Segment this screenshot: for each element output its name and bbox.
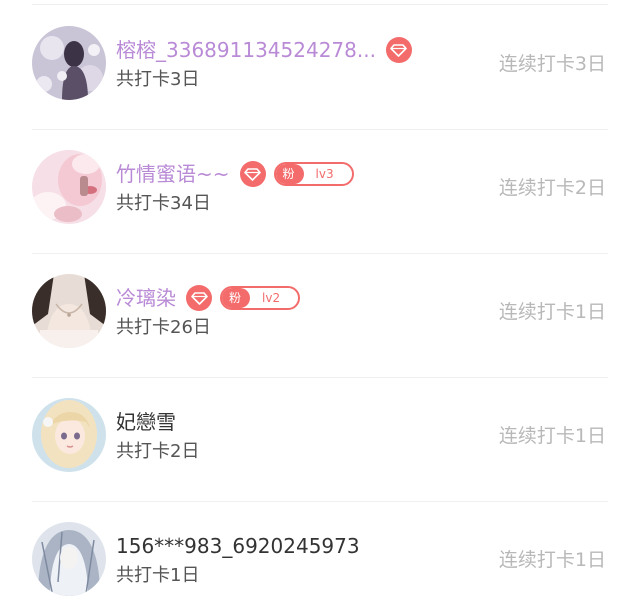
diamond-icon bbox=[385, 37, 412, 63]
user-name[interactable]: 榕榕_336891134524278... bbox=[116, 34, 376, 66]
name-line: 妃戀雪 bbox=[116, 406, 176, 438]
divider bbox=[32, 4, 608, 5]
avatar[interactable] bbox=[32, 26, 106, 100]
list-item[interactable]: 156***983_6920245973 共打卡1日 连续打卡1日 bbox=[0, 502, 640, 601]
checkin-list: 榕榕_336891134524278... 共打卡3日 连续打卡3日 竹情蜜语~… bbox=[0, 0, 640, 601]
name-line: 竹情蜜语~~ 粉 lv3 bbox=[116, 158, 354, 190]
list-item[interactable]: 竹情蜜语~~ 粉 lv3 共打卡34日 连续打卡2日 bbox=[0, 130, 640, 254]
fan-badge: 粉 lv3 bbox=[273, 162, 354, 186]
total-checkin: 共打卡3日 bbox=[116, 69, 200, 90]
streak-checkin: 连续打卡1日 bbox=[498, 425, 606, 447]
avatar[interactable] bbox=[32, 274, 106, 348]
total-checkin: 共打卡1日 bbox=[116, 565, 200, 586]
avatar[interactable] bbox=[32, 398, 106, 472]
list-item[interactable]: 妃戀雪 共打卡2日 连续打卡1日 bbox=[0, 378, 640, 502]
streak-checkin: 连续打卡2日 bbox=[498, 177, 606, 199]
total-checkin: 共打卡26日 bbox=[116, 317, 211, 338]
fan-badge-label: 粉 bbox=[222, 288, 251, 308]
avatar[interactable] bbox=[32, 522, 106, 596]
fan-badge-level: lv2 bbox=[262, 291, 281, 305]
user-name[interactable]: 冷璃染 bbox=[116, 282, 176, 314]
fan-badge-label: 粉 bbox=[275, 164, 304, 184]
name-line: 冷璃染 粉 lv2 bbox=[116, 282, 301, 314]
name-line: 榕榕_336891134524278... bbox=[116, 34, 412, 66]
list-item[interactable]: 冷璃染 粉 lv2 共打卡26日 连续打卡1日 bbox=[0, 254, 640, 378]
streak-checkin: 连续打卡1日 bbox=[498, 549, 606, 571]
streak-checkin: 连续打卡3日 bbox=[498, 53, 606, 75]
total-checkin: 共打卡34日 bbox=[116, 193, 211, 214]
user-name[interactable]: 妃戀雪 bbox=[116, 406, 176, 438]
user-name[interactable]: 156***983_6920245973 bbox=[116, 530, 360, 562]
diamond-icon bbox=[186, 285, 212, 311]
streak-checkin: 连续打卡1日 bbox=[498, 301, 606, 323]
user-name[interactable]: 竹情蜜语~~ bbox=[116, 158, 230, 190]
total-checkin: 共打卡2日 bbox=[116, 441, 200, 462]
list-item[interactable]: 榕榕_336891134524278... 共打卡3日 连续打卡3日 bbox=[0, 6, 640, 130]
name-line: 156***983_6920245973 bbox=[116, 530, 360, 562]
fan-badge: 粉 lv2 bbox=[220, 286, 301, 310]
avatar[interactable] bbox=[32, 150, 106, 224]
fan-badge-level: lv3 bbox=[315, 167, 334, 181]
diamond-icon bbox=[239, 161, 266, 187]
